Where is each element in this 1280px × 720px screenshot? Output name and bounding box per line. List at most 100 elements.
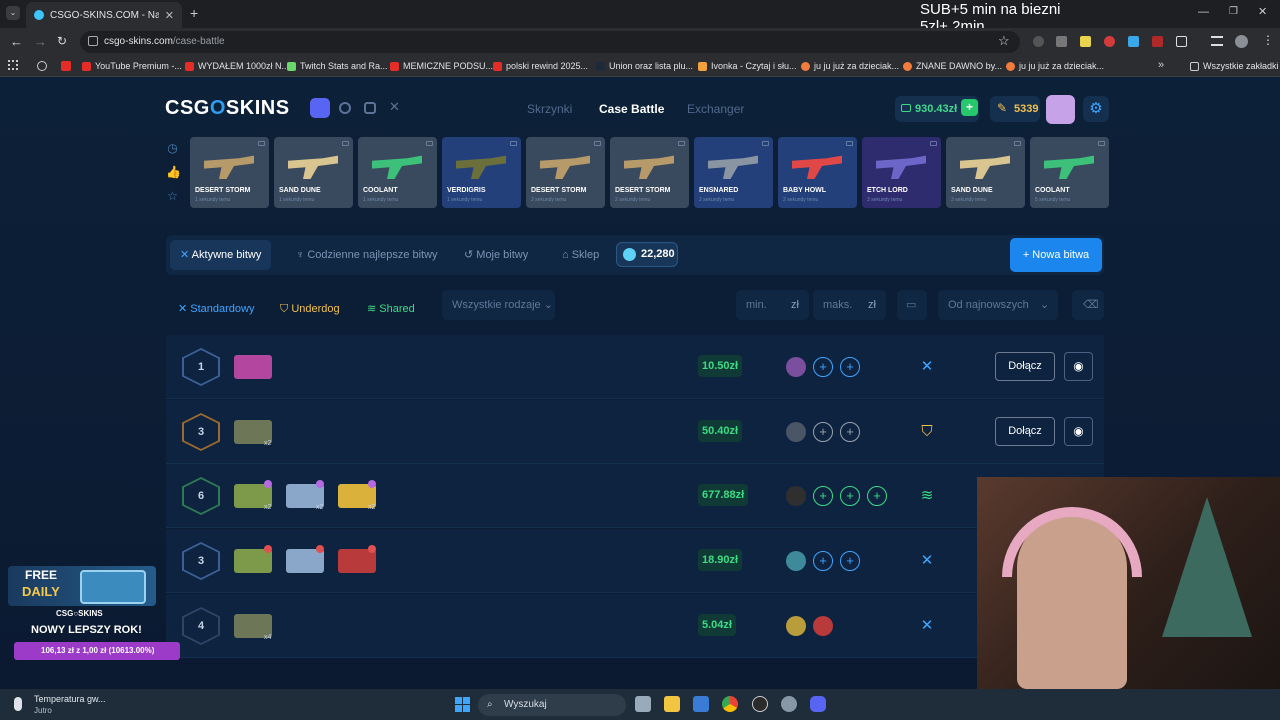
case-item[interactable] — [234, 351, 274, 383]
bookmark-icon-1[interactable] — [61, 61, 71, 71]
back-icon[interactable]: ← — [10, 34, 23, 49]
nav-case-battle[interactable]: Case Battle — [599, 102, 664, 116]
live-drop-card[interactable]: ETCH LORD 3 sekundy temu — [862, 137, 941, 208]
close-tab-icon[interactable]: ✕ — [165, 9, 174, 22]
user-avatar[interactable] — [1046, 95, 1075, 124]
deposit-button[interactable]: + — [961, 99, 978, 116]
minimize-window-button[interactable]: — — [1198, 6, 1209, 18]
discord-icon[interactable] — [810, 696, 826, 712]
all-bookmarks-folder[interactable]: Wszystkie zakładki — [1190, 59, 1279, 73]
join-slot-plus-icon[interactable]: + — [840, 551, 860, 571]
close-window-button[interactable]: ✕ — [1258, 5, 1267, 18]
player-avatar[interactable] — [786, 551, 806, 571]
nav-skrzynki[interactable]: Skrzynki — [527, 102, 572, 116]
reload-icon[interactable]: ↻ — [57, 34, 67, 48]
case-item[interactable] — [234, 545, 274, 577]
chrome-icon[interactable] — [722, 696, 738, 712]
sort-select[interactable]: Od najnowszych ⌄ — [938, 290, 1058, 320]
clock-icon[interactable]: ◷ — [166, 142, 179, 155]
bookmark-icon-0[interactable] — [37, 61, 47, 71]
weather-title[interactable]: Temperatura gw... — [34, 694, 106, 704]
bookmark-item[interactable]: MEMICZNE PODSU... — [390, 59, 493, 73]
store-icon[interactable] — [693, 696, 709, 712]
daily-promo-widget[interactable]: FREE DAILY CSG○SKINS NOWY LEPSZY ROK! 10… — [8, 566, 180, 662]
facebook-icon[interactable] — [339, 102, 351, 114]
battle-row[interactable]: 3 18.90zł + + ✕ — [166, 529, 1104, 593]
url-input[interactable]: csgo-skins.com/case-battle — [80, 31, 1020, 53]
live-drop-card[interactable]: BABY HOWL 2 sekundy temu — [778, 137, 857, 208]
case-item[interactable]: x2 — [234, 416, 274, 448]
join-slot-plus-icon[interactable]: + — [840, 357, 860, 377]
case-item[interactable]: x2 — [286, 480, 326, 512]
task-view-icon[interactable] — [635, 696, 651, 712]
extension-icon-2[interactable] — [1056, 36, 1067, 47]
obs-icon[interactable] — [752, 696, 768, 712]
bookmark-item[interactable]: Twitch Stats and Ra... — [287, 59, 388, 73]
player-avatar[interactable] — [813, 616, 833, 636]
player-avatar[interactable] — [786, 616, 806, 636]
filter-underdog[interactable]: ⛉ Underdog — [280, 294, 340, 324]
bookmark-item[interactable]: ZNANE DAWNO by... — [903, 59, 1002, 73]
player-avatar[interactable] — [786, 422, 806, 442]
player-avatar[interactable] — [786, 357, 806, 377]
live-drop-card[interactable]: SAND DUNE 1 sekundy temu — [274, 137, 353, 208]
case-item[interactable] — [286, 545, 326, 577]
case-item[interactable]: x4 — [234, 610, 274, 642]
case-item[interactable]: x2 — [338, 480, 378, 512]
tab-list-button[interactable]: ⌄ — [6, 6, 20, 20]
join-slot-plus-icon[interactable]: + — [840, 486, 860, 506]
clear-filters-button[interactable]: ⌫ — [1072, 290, 1104, 320]
site-info-icon[interactable] — [88, 36, 98, 46]
maximize-window-button[interactable]: ❐ — [1229, 6, 1238, 17]
extension-icon-6[interactable] — [1152, 36, 1163, 47]
extensions-puzzle-icon[interactable] — [1176, 36, 1187, 47]
bookmark-item[interactable]: Union oraz lista plu... — [596, 59, 693, 73]
calendar-filter-button[interactable]: ▭ — [897, 290, 927, 320]
extension-icon-1[interactable] — [1033, 36, 1044, 47]
live-drop-card[interactable]: COOLANT 5 sekundy temu — [1030, 137, 1109, 208]
filter-standard[interactable]: ✕ Standardowy — [178, 294, 255, 324]
chevron-right-icon[interactable]: » — [1158, 59, 1164, 71]
bookmark-star-icon[interactable]: ☆ — [998, 33, 1010, 49]
live-drop-card[interactable]: ENSNARED 2 sekundy temu — [694, 137, 773, 208]
live-drop-card[interactable]: COOLANT 1 sekundy temu — [358, 137, 437, 208]
battle-row[interactable]: 3 x2 50.40zł + + ⛉ Dołącz ◉ — [166, 400, 1104, 464]
gem-balance[interactable]: 22,280 — [616, 242, 678, 267]
player-avatar[interactable] — [786, 486, 806, 506]
browser-tab-active[interactable]: CSGO-SKINS.COM - Najlepsze ✕ — [26, 2, 182, 28]
star-icon[interactable]: ☆ — [166, 190, 179, 203]
eye-icon[interactable]: ◉ — [1064, 417, 1093, 446]
thumbs-up-icon[interactable]: 👍 — [166, 166, 181, 179]
max-price-input[interactable]: maks. zł — [813, 290, 886, 320]
settings-gear-icon[interactable] — [781, 696, 797, 712]
join-slot-plus-icon[interactable]: + — [813, 486, 833, 506]
site-logo[interactable]: CSGOSKINS — [165, 97, 290, 120]
battle-row[interactable]: 6 x2 x2 x2 677.88zł + + + ≋ — [166, 464, 1104, 528]
live-drop-card[interactable]: VERDIGRIS 1 sekundy temu — [442, 137, 521, 208]
bookmark-item[interactable]: WYDAŁEM 1000zł N... — [185, 59, 289, 73]
bookmark-item[interactable]: Ivonka - Czytaj i słu... — [698, 59, 797, 73]
x-twitter-icon[interactable]: ✕ — [389, 99, 400, 115]
tab-moje-bitwy[interactable]: ↺ Moje bitwy — [454, 240, 538, 270]
browser-menu-icon[interactable]: ⋮ — [1262, 33, 1274, 47]
case-item[interactable]: x2 — [234, 480, 274, 512]
tab-sklep[interactable]: ⌂ Sklep — [552, 240, 609, 270]
battle-row[interactable]: 1 10.50zł + + ✕ Dołącz ◉ — [166, 335, 1104, 399]
profile-avatar[interactable] — [1235, 35, 1248, 48]
join-slot-plus-icon[interactable]: + — [840, 422, 860, 442]
live-drop-card[interactable]: DESERT STORM 2 sekundy temu — [610, 137, 689, 208]
case-type-select[interactable]: Wszystkie rodzaje ⌄ — [442, 290, 555, 320]
extension-icon-4[interactable] — [1104, 36, 1115, 47]
taskbar-search[interactable]: ⌕ Wyszukaj — [478, 694, 626, 716]
bookmark-item[interactable]: YouTube Premium -... — [82, 59, 182, 73]
instagram-icon[interactable] — [364, 102, 376, 114]
extension-icon-3[interactable] — [1080, 36, 1091, 47]
bookmark-item[interactable]: ju ju już za dzieciak... — [1006, 59, 1104, 73]
min-price-input[interactable]: min. zł — [736, 290, 809, 320]
eye-icon[interactable]: ◉ — [1064, 352, 1093, 381]
join-battle-button[interactable]: Dołącz — [995, 417, 1055, 446]
live-drop-card[interactable]: SAND DUNE 3 sekundy temu — [946, 137, 1025, 208]
join-slot-plus-icon[interactable]: + — [813, 422, 833, 442]
live-drop-card[interactable]: DESERT STORM 1 sekundy temu — [190, 137, 269, 208]
join-slot-plus-icon[interactable]: + — [813, 357, 833, 377]
